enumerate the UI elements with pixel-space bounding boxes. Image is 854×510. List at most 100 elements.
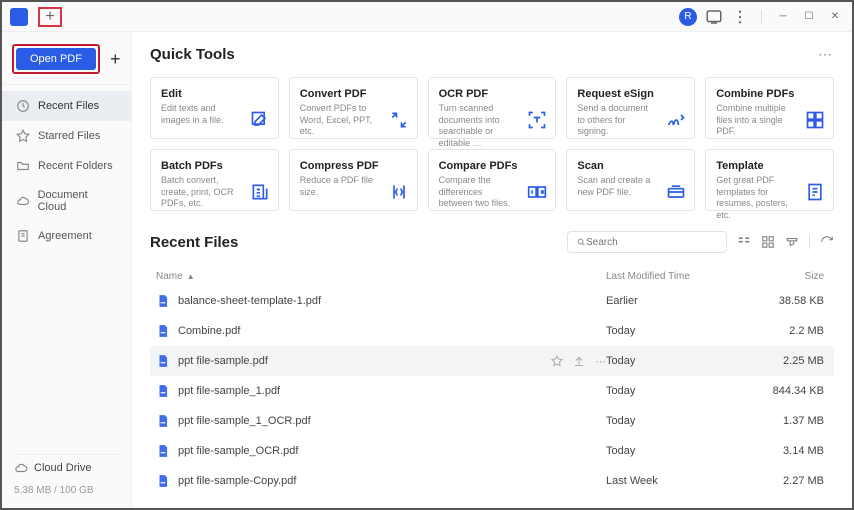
sidebar-item-recent-folders[interactable]: Recent Folders <box>2 151 131 181</box>
table-row[interactable]: Combine.pdf Today2.2 MB <box>150 316 834 346</box>
tool-edit[interactable]: Edit Edit texts and images in a file. <box>150 77 279 139</box>
agreement-icon <box>16 229 30 243</box>
close-button[interactable]: ✕ <box>826 8 844 26</box>
sidebar-item-label: Recent Folders <box>38 160 113 172</box>
sidebar-item-document-cloud[interactable]: Document Cloud <box>2 181 131 221</box>
minimize-button[interactable]: ─ <box>774 8 792 26</box>
file-date: Today <box>606 355 746 367</box>
tool-combine-pdfs[interactable]: Combine PDFs Combine multiple files into … <box>705 77 834 139</box>
folder-icon <box>16 159 30 173</box>
sidebar-item-label: Agreement <box>38 230 92 242</box>
cloud-drive-button[interactable]: Cloud Drive <box>14 461 119 475</box>
file-date: Earlier <box>606 295 746 307</box>
quick-tools-more[interactable]: ⋯ <box>818 46 834 63</box>
file-size: 2.25 MB <box>746 355 828 367</box>
star-icon[interactable] <box>551 355 563 367</box>
tool-title: Request eSign <box>577 88 684 100</box>
tool-title: Scan <box>577 160 684 172</box>
more-icon[interactable]: ⋯ <box>595 355 606 368</box>
file-date: Today <box>606 445 746 457</box>
refresh-icon[interactable] <box>820 235 834 249</box>
table-header: Name ▲ Last Modified Time Size <box>150 267 834 286</box>
ocr-icon <box>527 110 547 130</box>
tool-title: Combine PDFs <box>716 88 823 100</box>
file-date: Last Week <box>606 475 746 487</box>
tool-convert-pdf[interactable]: Convert PDFConvert PDFs to Word, Excel, … <box>289 77 418 139</box>
filter-icon[interactable] <box>785 235 799 249</box>
table-row[interactable]: ppt file-sample_1_OCR.pdf Today1.37 MB <box>150 406 834 436</box>
table-row[interactable]: ppt file-sample-Copy.pdfLast Week2.27 MB <box>150 466 834 496</box>
storage-text: 5.38 MB / 100 GB <box>14 485 119 496</box>
cloud-icon <box>14 461 28 475</box>
search-input[interactable] <box>586 237 718 248</box>
template-icon <box>805 182 825 202</box>
file-name: ppt file-sample_1_OCR.pdf <box>178 415 311 427</box>
pdf-file-icon <box>156 384 170 398</box>
table-row[interactable]: ppt file-sample_OCR.pdfToday3.14 MB <box>150 436 834 466</box>
pdf-file-icon <box>156 324 170 338</box>
tool-compare-pdfs[interactable]: Compare PDFsCompare the differences betw… <box>428 149 557 211</box>
table-row[interactable]: balance-sheet-template-1.pdfEarlier38.58… <box>150 286 834 316</box>
scan-icon <box>666 182 686 202</box>
tool-desc: Turn scanned documents into searchable o… <box>439 103 519 150</box>
maximize-button[interactable]: ☐ <box>800 8 818 26</box>
cloud-drive-label: Cloud Drive <box>34 462 91 474</box>
quick-tools-title: Quick Tools <box>150 46 235 63</box>
sidebar: Open PDF + Recent Files Starred Files Rece… <box>2 32 132 508</box>
app-icon <box>10 8 28 26</box>
sidebar-item-starred-files[interactable]: Starred Files <box>2 121 131 151</box>
pdf-file-icon <box>156 444 170 458</box>
col-name[interactable]: Name <box>156 271 183 282</box>
recent-files-title: Recent Files <box>150 234 238 251</box>
col-date[interactable]: Last Modified Time <box>606 271 746 282</box>
divider <box>14 454 119 455</box>
view-list-icon[interactable] <box>737 235 751 249</box>
file-date: Today <box>606 325 746 337</box>
tool-title: Edit <box>161 88 268 100</box>
tool-desc: Scan and create a new PDF file. <box>577 175 657 198</box>
new-tab-button[interactable]: + <box>38 7 62 27</box>
clock-icon <box>16 99 30 113</box>
col-size[interactable]: Size <box>746 271 828 282</box>
view-grid-icon[interactable] <box>761 235 775 249</box>
file-size: 38.58 KB <box>746 295 828 307</box>
table-row[interactable]: ppt file-sample.pdf ⋯Today2.25 MB <box>150 346 834 376</box>
tool-batch-pdfs[interactable]: Batch PDFsBatch convert, create, print, … <box>150 149 279 211</box>
tool-desc: Get great PDF templates for resumes, pos… <box>716 175 796 222</box>
titlebar: + R ─ ☐ ✕ <box>2 2 852 32</box>
file-name: ppt file-sample-Copy.pdf <box>178 475 296 487</box>
menu-icon[interactable] <box>731 8 749 26</box>
search-box[interactable] <box>567 231 727 253</box>
tool-desc: Combine multiple files into a single PDF… <box>716 103 796 138</box>
tool-scan[interactable]: Scan Scan and create a new PDF file. <box>566 149 695 211</box>
tool-desc: Send a document to others for signing. <box>577 103 657 138</box>
tool-title: OCR PDF <box>439 88 546 100</box>
tool-ocr-pdf[interactable]: OCR PDFTurn scanned documents into searc… <box>428 77 557 139</box>
file-size: 1.37 MB <box>746 415 828 427</box>
sidebar-item-label: Starred Files <box>38 130 100 142</box>
sidebar-item-recent-files[interactable]: Recent Files <box>2 91 131 121</box>
file-size: 2.2 MB <box>746 325 828 337</box>
upload-icon[interactable] <box>573 355 585 367</box>
tool-template[interactable]: TemplateGet great PDF templates for resu… <box>705 149 834 211</box>
file-name: Combine.pdf <box>178 325 240 337</box>
new-file-button[interactable]: + <box>110 49 121 70</box>
sidebar-item-label: Recent Files <box>38 100 99 112</box>
user-avatar[interactable]: R <box>679 8 697 26</box>
tool-compress-pdf[interactable]: Compress PDFReduce a PDF file size. <box>289 149 418 211</box>
tool-request-esign[interactable]: Request eSign Send a document to others f… <box>566 77 695 139</box>
tool-title: Template <box>716 160 823 172</box>
table-row[interactable]: ppt file-sample_1.pdfToday844.34 KB <box>150 376 834 406</box>
convert-icon <box>389 110 409 130</box>
sidebar-item-agreement[interactable]: Agreement <box>2 221 131 251</box>
feedback-icon[interactable] <box>705 8 723 26</box>
file-date: Today <box>606 385 746 397</box>
file-date: Today <box>606 415 746 427</box>
edit-icon <box>250 110 270 130</box>
cloud-icon <box>16 194 30 208</box>
open-pdf-button[interactable]: Open PDF <box>16 48 96 70</box>
pdf-file-icon <box>156 294 170 308</box>
tool-desc: Edit texts and images in a file. <box>161 103 241 126</box>
file-name: ppt file-sample.pdf <box>178 355 268 367</box>
divider <box>2 84 131 85</box>
